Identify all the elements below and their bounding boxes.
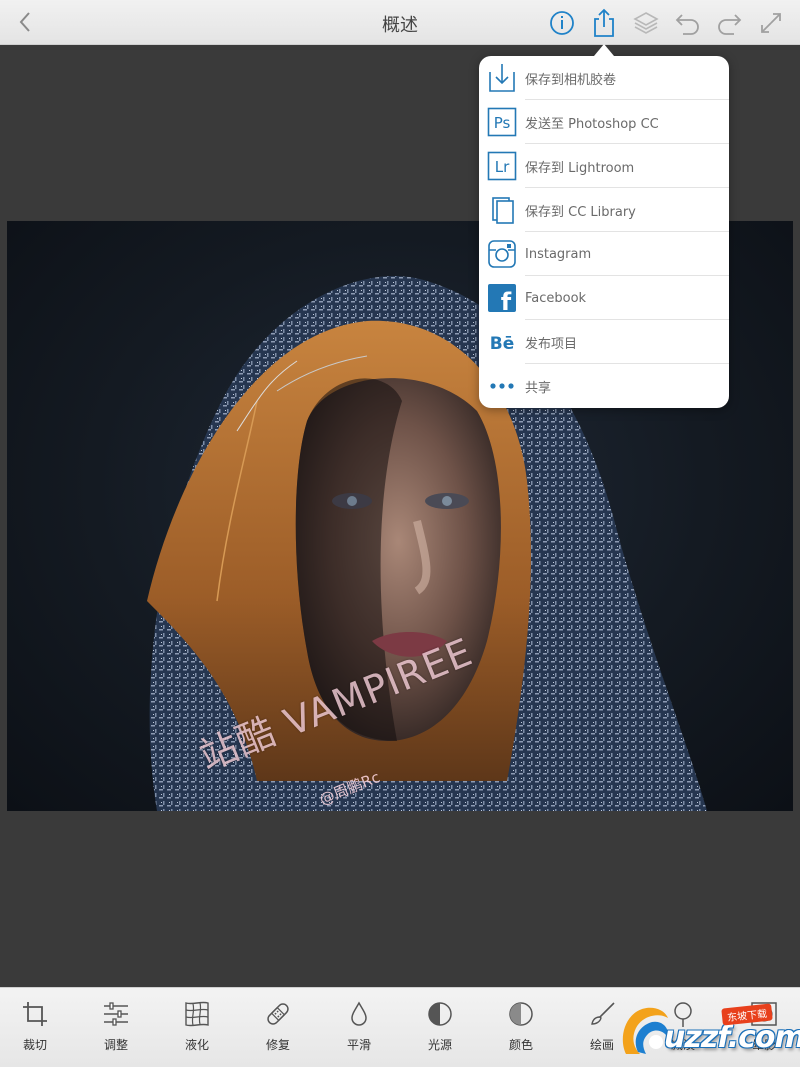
share-button[interactable]	[588, 7, 620, 39]
menu-item-lightroom[interactable]: Lr 保存到 Lightroom	[479, 144, 729, 188]
tool-smooth[interactable]: 平滑	[324, 988, 394, 1067]
svg-text:Bē: Bē	[490, 334, 515, 354]
brush-icon	[585, 997, 619, 1031]
menu-item-facebook[interactable]: f Facebook	[479, 276, 729, 320]
share-menu: 保存到相机胶卷 Ps 发送至 Photoshop CC Lr 保存到 Light…	[479, 56, 729, 408]
tool-liquify[interactable]: 液化	[162, 988, 232, 1067]
adjust-sliders-icon	[99, 997, 133, 1031]
tool-adjust[interactable]: 调整	[81, 988, 151, 1067]
cc-library-icon	[479, 188, 525, 232]
menu-item-instagram[interactable]: Instagram	[479, 232, 729, 276]
menu-item-cc-library[interactable]: 保存到 CC Library	[479, 188, 729, 232]
undo-icon	[675, 14, 699, 35]
back-button[interactable]	[10, 6, 40, 38]
behance-icon: Bē	[479, 320, 525, 364]
top-bar: 概述	[0, 0, 800, 45]
drop-icon	[342, 997, 376, 1031]
site-watermark-badge: uzzf.com 东坡下载	[618, 1000, 800, 1062]
layers-button[interactable]	[630, 7, 662, 39]
share-icon	[594, 8, 614, 37]
menu-item-photoshop[interactable]: Ps 发送至 Photoshop CC	[479, 100, 729, 144]
popover-caret	[594, 44, 614, 56]
facebook-icon: f	[479, 276, 525, 320]
save-to-camera-roll-icon	[479, 56, 525, 100]
info-icon	[550, 11, 574, 35]
menu-item-behance[interactable]: Bē 发布项目	[479, 320, 729, 364]
svg-text:Lr: Lr	[495, 158, 510, 176]
back-icon	[19, 12, 30, 32]
light-circle-icon	[423, 997, 457, 1031]
more-share-icon	[479, 364, 525, 408]
bandage-icon	[261, 997, 295, 1031]
lightroom-icon: Lr	[479, 144, 525, 188]
redo-button[interactable]	[713, 7, 745, 39]
menu-item-save-camera-roll[interactable]: 保存到相机胶卷	[479, 56, 729, 100]
liquify-grid-icon	[180, 997, 214, 1031]
redo-icon	[718, 14, 742, 35]
instagram-icon	[479, 232, 525, 276]
svg-text:f: f	[501, 288, 512, 313]
crop-icon	[18, 997, 52, 1031]
tool-heal[interactable]: 修复	[243, 988, 313, 1067]
fullscreen-icon	[761, 13, 781, 33]
svg-text:Ps: Ps	[494, 114, 511, 132]
tool-light[interactable]: 光源	[405, 988, 475, 1067]
fullscreen-button[interactable]	[755, 7, 787, 39]
menu-item-share[interactable]: 共享	[479, 364, 729, 408]
tool-crop[interactable]: 裁切	[0, 988, 70, 1067]
tool-color[interactable]: 颜色	[486, 988, 556, 1067]
info-button[interactable]	[546, 7, 578, 39]
site-name: uzzf.com	[664, 1020, 800, 1055]
undo-button[interactable]	[672, 7, 704, 39]
color-circle-icon	[504, 997, 538, 1031]
layers-icon	[633, 12, 659, 34]
photoshop-icon: Ps	[479, 100, 525, 144]
